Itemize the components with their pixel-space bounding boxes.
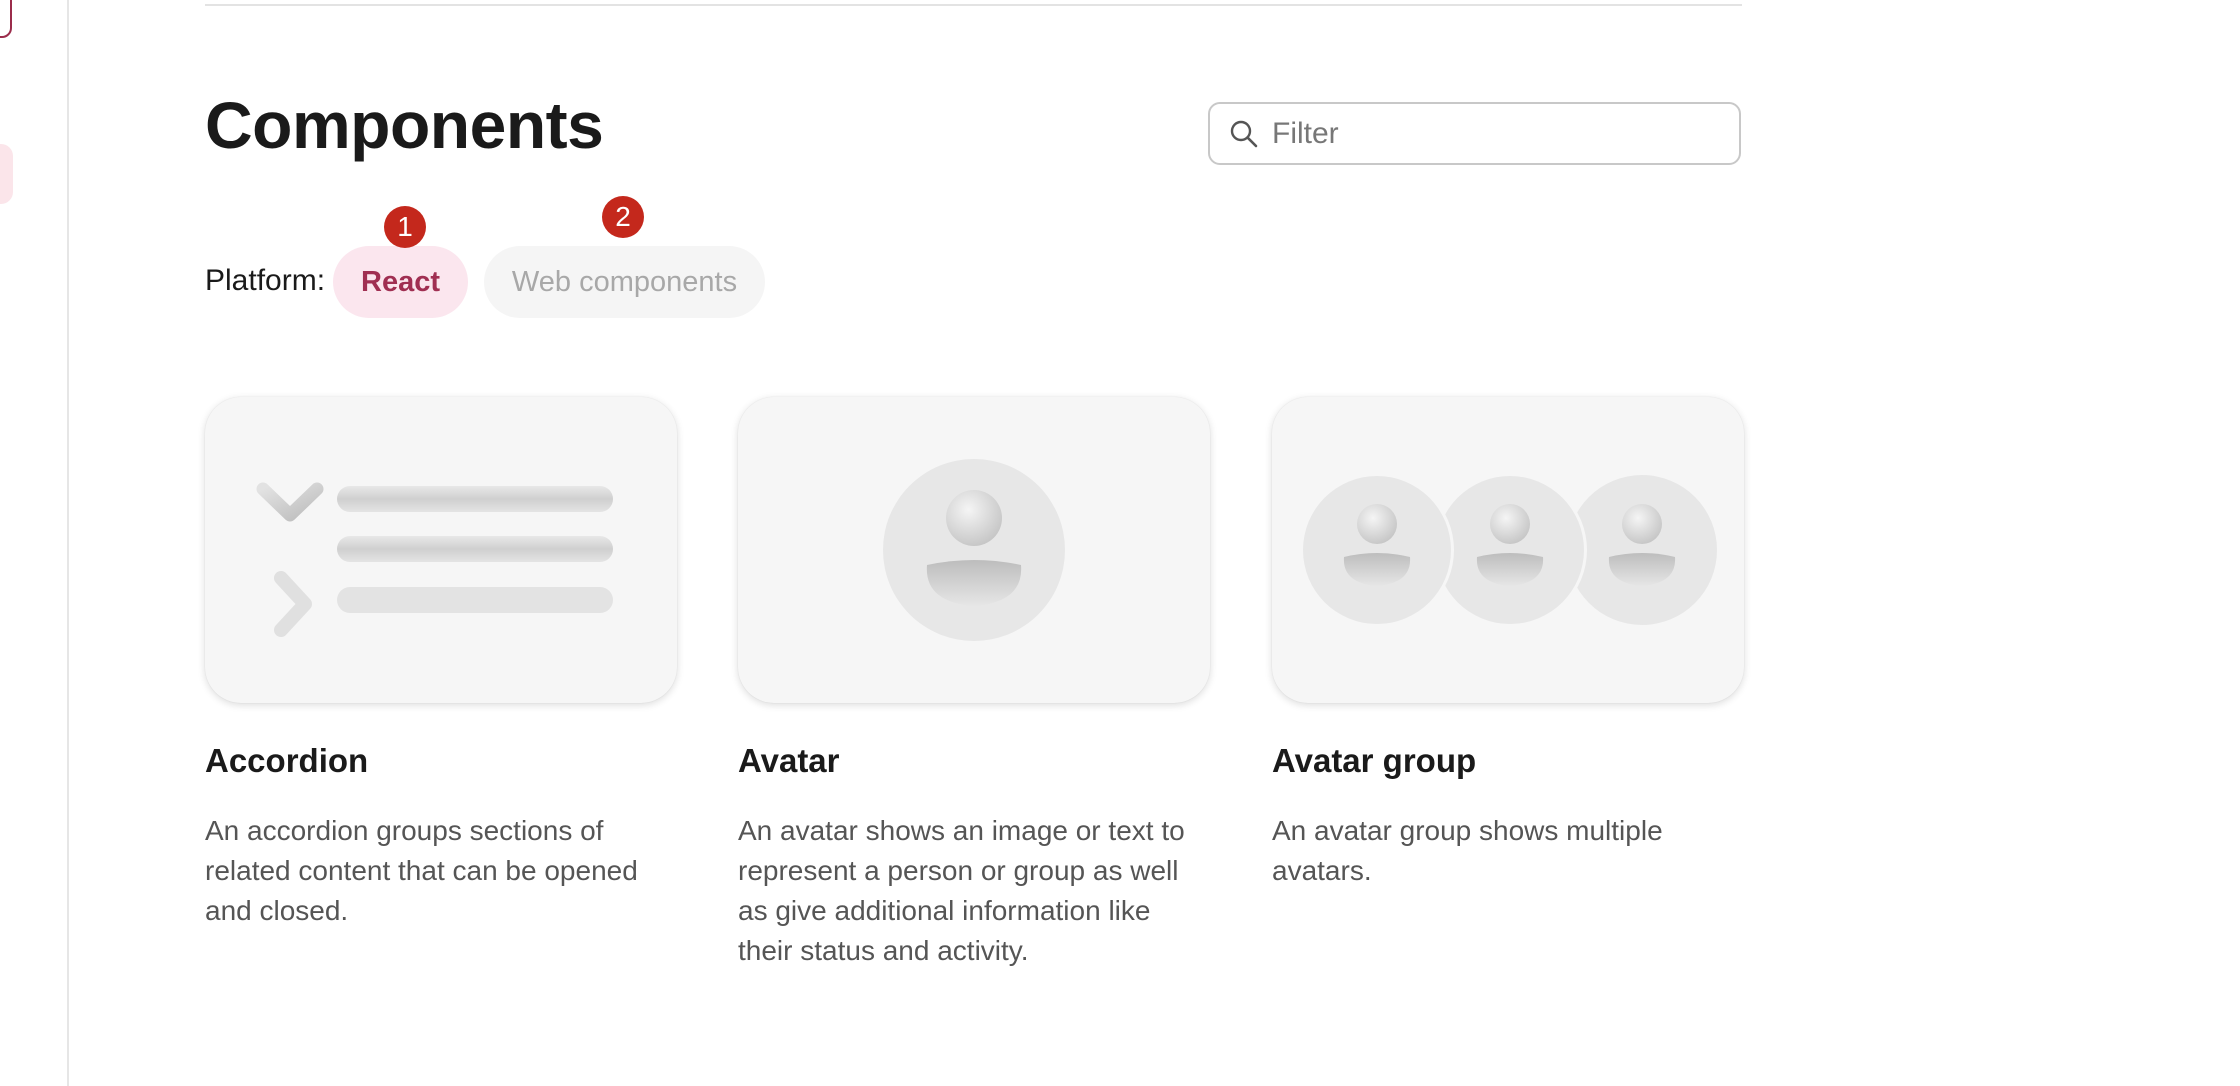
annotation-badge-2: 2 (602, 196, 644, 238)
page-title: Components (205, 88, 604, 162)
platform-react-button[interactable]: React (333, 246, 468, 318)
sidebar-item-top[interactable] (0, 0, 12, 38)
card-illustration[interactable] (738, 397, 1210, 703)
component-card-avatar-group[interactable]: Avatar group An avatar group shows multi… (1272, 397, 1744, 891)
component-card-accordion[interactable]: Accordion An accordion groups sections o… (205, 397, 677, 931)
sidebar-item-active[interactable] (0, 144, 13, 204)
page: Components Platform: React Web component… (0, 0, 2240, 1086)
avatar-icon (883, 459, 1065, 641)
card-description: An avatar group shows multiple avatars. (1272, 814, 1663, 886)
card-illustration[interactable] (1272, 397, 1744, 703)
card-description: An accordion groups sections of related … (205, 814, 638, 926)
component-card-avatar[interactable]: Avatar An avatar shows an image or text … (738, 397, 1210, 971)
card-title[interactable]: Avatar (738, 741, 1210, 781)
accordion-icon (256, 482, 613, 637)
card-illustration[interactable] (205, 397, 677, 703)
card-title[interactable]: Avatar group (1272, 741, 1744, 781)
sidebar-divider (67, 0, 69, 1086)
platform-label: Platform: (205, 264, 326, 297)
search-icon (1230, 120, 1258, 147)
annotation-badge-1: 1 (384, 206, 426, 248)
card-title[interactable]: Accordion (205, 741, 677, 781)
avatar-group-icon (1300, 473, 1717, 627)
filter-input[interactable] (1272, 116, 1692, 151)
filter-input-container[interactable] (1208, 102, 1741, 165)
top-divider (205, 4, 1742, 6)
platform-web-components-button[interactable]: Web components (484, 246, 765, 318)
card-description: An avatar shows an image or text to repr… (738, 814, 1185, 966)
